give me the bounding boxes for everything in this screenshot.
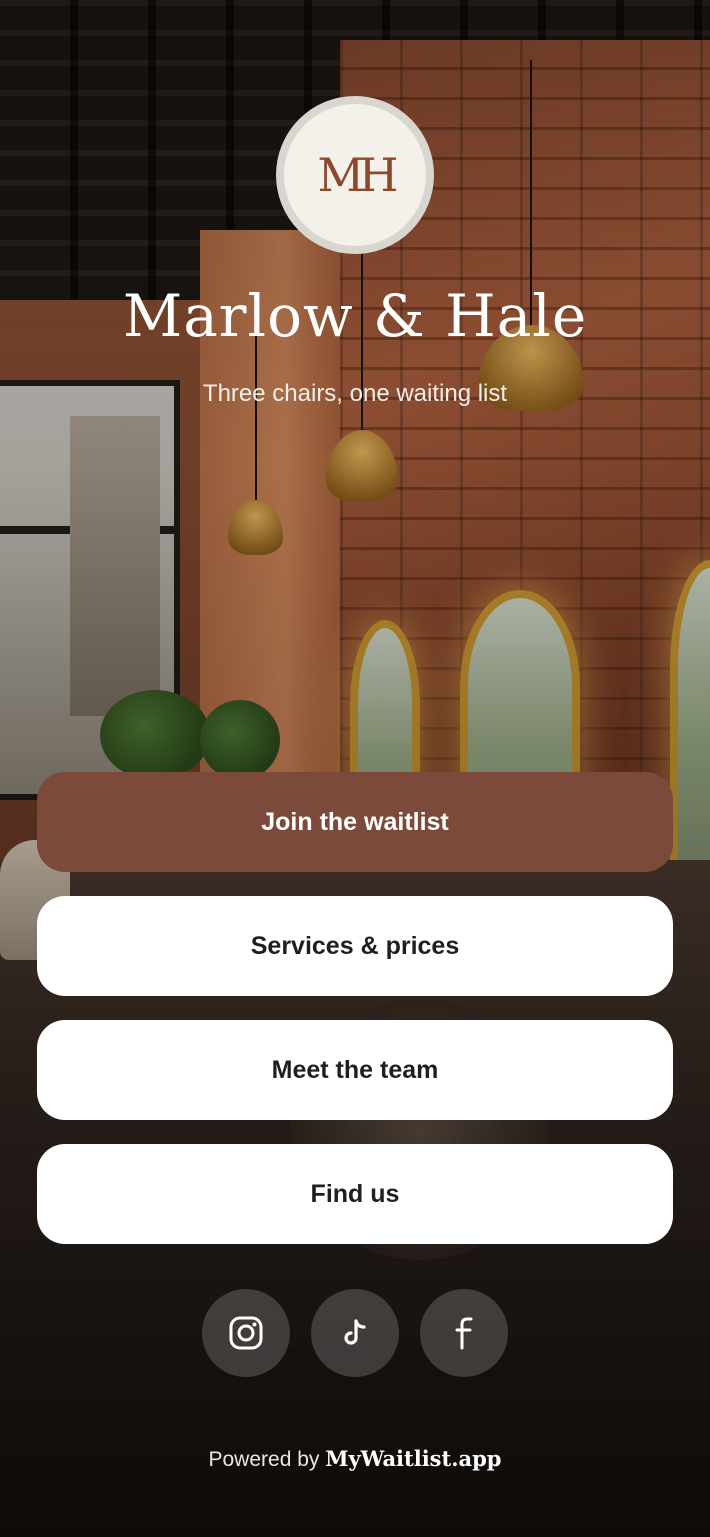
join-waitlist-button[interactable]: Join the waitlist xyxy=(37,772,673,872)
find-us-button[interactable]: Find us xyxy=(37,1144,673,1244)
profile-page: MH Marlow & Hale Three chairs, one waiti… xyxy=(0,0,710,1537)
services-prices-button[interactable]: Services & prices xyxy=(37,896,673,996)
tiktok-icon xyxy=(342,1319,368,1347)
powered-by-footer: Powered by MyWaitlist.app xyxy=(0,1446,710,1472)
meet-team-button[interactable]: Meet the team xyxy=(37,1020,673,1120)
footer-brand-link[interactable]: MyWaitlist.app xyxy=(325,1446,501,1471)
logo: MH xyxy=(276,96,434,254)
page-subtitle: Three chairs, one waiting list xyxy=(202,380,508,407)
tiktok-link[interactable] xyxy=(311,1289,399,1377)
instagram-icon xyxy=(228,1315,264,1351)
page-title: Marlow & Hale xyxy=(122,282,588,350)
logo-monogram: MH xyxy=(317,148,398,202)
instagram-link[interactable] xyxy=(202,1289,290,1377)
facebook-link[interactable] xyxy=(420,1289,508,1377)
footer-prefix: Powered by xyxy=(208,1448,320,1471)
facebook-icon xyxy=(452,1315,476,1351)
